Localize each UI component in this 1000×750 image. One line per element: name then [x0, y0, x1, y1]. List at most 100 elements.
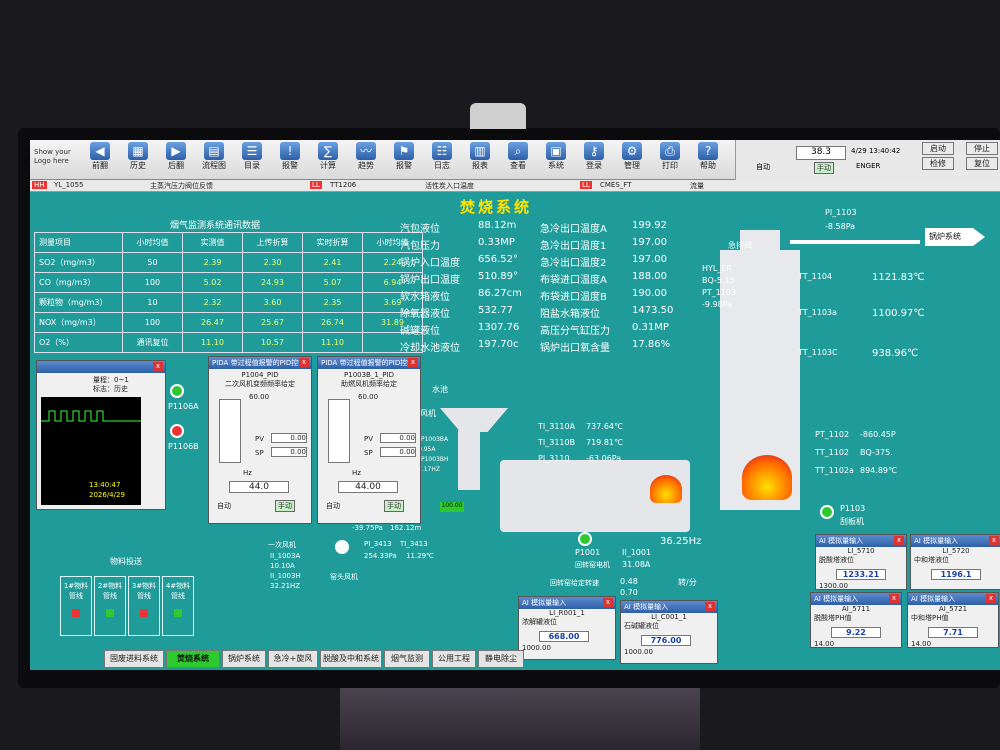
- p1106b-pump-icon[interactable]: [170, 424, 184, 438]
- tab[interactable]: 锅炉系统: [222, 650, 266, 668]
- bq-value: BQ-5.15: [702, 276, 735, 285]
- start-button[interactable]: 启动: [922, 142, 954, 155]
- material-line[interactable]: 3#物料管线: [128, 576, 160, 636]
- close-icon[interactable]: x: [408, 358, 418, 367]
- ai-header[interactable]: AI 模拟量输入: [621, 601, 717, 613]
- tab[interactable]: 焚烧系统: [166, 650, 220, 668]
- trend-window-header[interactable]: [37, 361, 165, 373]
- pi-3413-value: 254.33Pa: [364, 552, 397, 560]
- toolbar-icon: 〰: [356, 142, 376, 160]
- pi-1103-value: -8.58Pa: [825, 222, 856, 231]
- tab[interactable]: 固废进料系统: [104, 650, 164, 668]
- material-line[interactable]: 1#物料管线: [60, 576, 92, 636]
- tab[interactable]: 静电除尘: [478, 650, 524, 668]
- close-icon[interactable]: x: [986, 594, 996, 603]
- ti-3110b-value: 719.81℃: [586, 438, 623, 447]
- material-line-label: 2#物料管线: [97, 582, 123, 600]
- mode-auto[interactable]: 自动: [756, 162, 770, 172]
- ai-input-window[interactable]: AI 模拟量输入 x LI_R001_1 浓解罐液位 668.00 1000.00: [518, 596, 616, 660]
- p1106a-pump-icon[interactable]: [170, 384, 184, 398]
- pid-header[interactable]: PIDA 带过程值报警的PID控制: [318, 357, 420, 369]
- pid-manual[interactable]: 手动: [275, 500, 295, 512]
- table-cell: 5.02: [182, 272, 243, 293]
- ai-desc: 脱酸塔PH值: [814, 614, 852, 622]
- mode-manual[interactable]: 手动: [814, 162, 834, 174]
- material-line[interactable]: 4#物料管线: [162, 576, 194, 636]
- ai-low: 1000.00: [522, 644, 551, 652]
- param-label: 锅炉入口温度: [400, 258, 460, 269]
- ai-header[interactable]: AI 模拟量输入: [911, 535, 1000, 547]
- ai-tag: LI_5720: [942, 547, 970, 555]
- alarm-level: LL: [580, 181, 592, 189]
- pid-bar: [219, 399, 241, 463]
- p1001-pump-icon[interactable]: [578, 532, 592, 546]
- pid-sp[interactable]: 0.00: [271, 447, 307, 457]
- pid-auto[interactable]: 自动: [326, 501, 340, 511]
- tab[interactable]: 公用工程: [432, 650, 476, 668]
- close-icon[interactable]: x: [989, 536, 999, 545]
- boiler-system-link[interactable]: 锅炉系统: [925, 228, 985, 246]
- table-cell: O2（%）: [34, 332, 123, 353]
- close-icon[interactable]: x: [889, 594, 899, 603]
- p1103-pump-icon[interactable]: [820, 505, 834, 519]
- material-line-label: 4#物料管线: [165, 582, 191, 600]
- close-icon[interactable]: x: [603, 598, 613, 607]
- valve-icon: [140, 609, 148, 617]
- pid-sp[interactable]: 0.00: [380, 447, 416, 457]
- pid-auto[interactable]: 自动: [217, 501, 231, 511]
- toolbar-button-label: 日志: [434, 161, 450, 170]
- param-label: 碱罐液位: [400, 326, 440, 337]
- kiln-fan-icon[interactable]: [335, 540, 349, 554]
- ai-header[interactable]: AI 模拟量输入: [816, 535, 906, 547]
- control-panel: 38.3 4/29 13:40:42 自动 手动 ENGER 启动 检修 停止 …: [735, 140, 1000, 180]
- stop-button[interactable]: 停止: [966, 142, 998, 155]
- setpoint-field[interactable]: 38.3: [796, 146, 846, 160]
- tab[interactable]: 急冷+旋风: [268, 650, 318, 668]
- table-row: CO（mg/m3） 100 5.02 24.93 5.07 6.94: [34, 272, 423, 293]
- ai-input-window[interactable]: AI 模拟量输入 x LI_5710 脱酸塔液位 1233.21 1300.00: [815, 534, 907, 590]
- ai-header[interactable]: AI 模拟量输入: [811, 593, 901, 605]
- material-line[interactable]: 2#物料管线: [94, 576, 126, 636]
- p1103-tag: P1103: [840, 504, 866, 513]
- pid-manual[interactable]: 手动: [384, 500, 404, 512]
- ai-input-window[interactable]: AI 模拟量输入 x LI_C001_1 石碱罐液位 776.00 1000.00: [620, 600, 718, 664]
- tab[interactable]: 脱酸及中和系统: [320, 650, 382, 668]
- webcam: [470, 103, 526, 129]
- tab[interactable]: 烟气监测: [384, 650, 430, 668]
- alarm-tag: YL_1055: [54, 181, 84, 189]
- toolbar-button[interactable]: ? 帮助: [686, 142, 730, 171]
- alarm-tag: CMES_FT: [600, 181, 632, 189]
- ii-1003b-value: 32.21HZ: [270, 582, 301, 590]
- trend-window[interactable]: x 量程：0~1 标志：历史 13:40:47 2026/4/29: [36, 360, 166, 510]
- pid-window-1[interactable]: PIDA 带过程值报警的PID控制 x P1004_PID 二次风机变频频率给定…: [208, 356, 312, 524]
- pid-header[interactable]: PIDA 带过程值报警的PID控制: [209, 357, 311, 369]
- reset-button[interactable]: 复位: [966, 157, 998, 170]
- ai-input-window[interactable]: AI 模拟量输入 x LI_5720 中和塔液位 1196.1: [910, 534, 1000, 590]
- pt-1103-tag: PT_1103: [702, 288, 737, 297]
- comm-reset-button[interactable]: 通讯复位: [122, 332, 183, 353]
- pid-window-2[interactable]: PIDA 带过程值报警的PID控制 x P1003B_1_PID 助燃风机频率给…: [317, 356, 421, 524]
- close-icon[interactable]: x: [153, 362, 163, 371]
- ai-desc: 浓解罐液位: [522, 618, 557, 626]
- close-icon[interactable]: x: [299, 358, 309, 367]
- ai-input-window[interactable]: AI 模拟量输入 x AI_5721 中和塔PH值 7.71 14.00: [907, 592, 999, 648]
- close-icon[interactable]: x: [894, 536, 904, 545]
- pid-output[interactable]: 44.00: [338, 481, 398, 493]
- ai-header[interactable]: AI 模拟量输入: [908, 593, 998, 605]
- check-button[interactable]: 检修: [922, 157, 954, 170]
- p1103-sub: 刮板机: [840, 517, 864, 526]
- pid-output[interactable]: 44.0: [229, 481, 289, 493]
- param-value: 1473.50: [632, 305, 674, 316]
- param-label: 软水箱液位: [400, 292, 450, 303]
- ai-input-window[interactable]: AI 模拟量输入 x AI_5711 脱酸塔PH值 9.22 14.00: [810, 592, 902, 648]
- param-value: 88.12m: [478, 220, 517, 231]
- speed-actual: 0.70: [620, 588, 638, 597]
- table-cell: 50: [122, 252, 183, 273]
- pid-pv: 0.00: [380, 433, 416, 443]
- tt-1102a-tag: TT_1102a: [815, 466, 854, 475]
- speed-unit: 转/分: [678, 578, 697, 587]
- close-icon[interactable]: x: [705, 602, 715, 611]
- table-row: SO2（mg/m3） 50 2.39 2.30 2.41 2.24: [34, 252, 423, 273]
- pid-unit: Hz: [243, 469, 252, 477]
- ai-header[interactable]: AI 模拟量输入: [519, 597, 615, 609]
